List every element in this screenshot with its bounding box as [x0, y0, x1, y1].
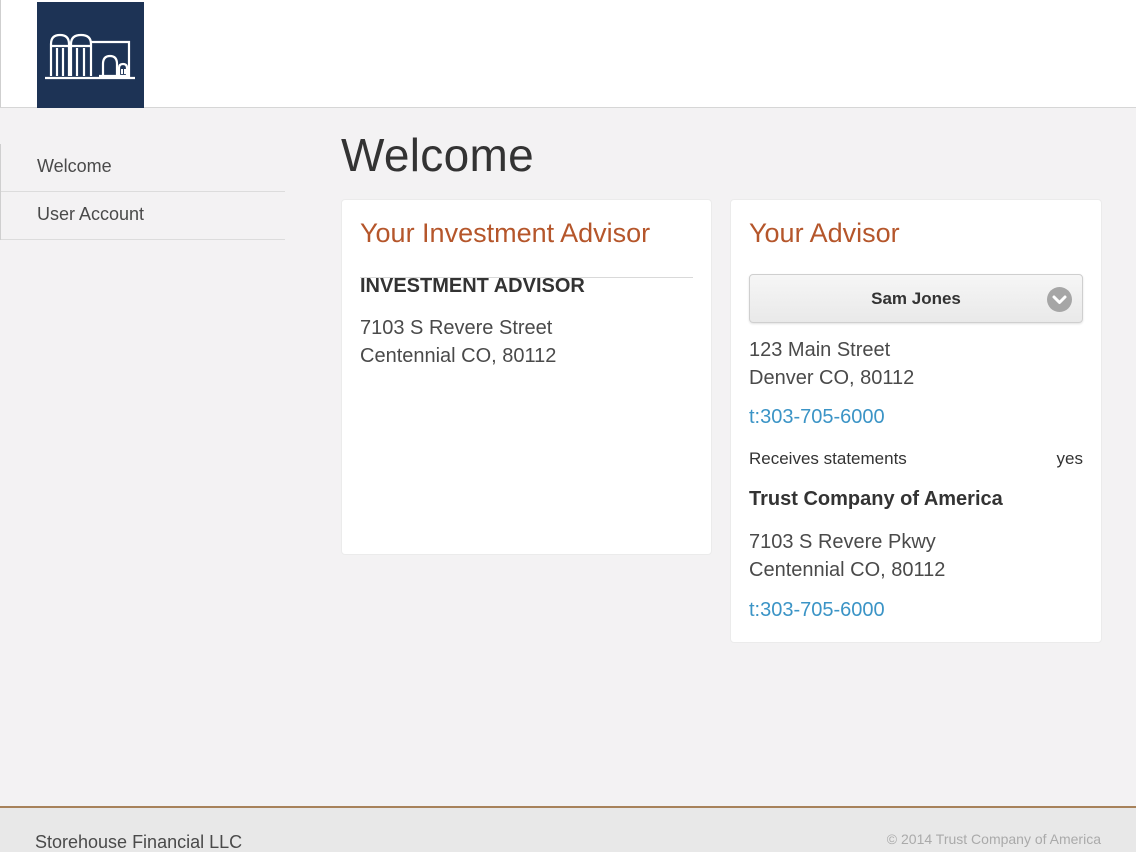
- sidebar-item-user-account[interactable]: User Account: [1, 192, 285, 240]
- receives-statements-label: Receives statements: [749, 449, 907, 468]
- investment-advisor-address: 7103 S Revere Street Centennial CO, 8011…: [360, 314, 556, 370]
- advisor-select[interactable]: Sam Jones: [749, 274, 1083, 323]
- advisor-address-line1: 123 Main Street: [749, 339, 891, 361]
- investment-advisor-address-line1: 7103 S Revere Street: [360, 317, 553, 339]
- receives-statements-value: yes: [1056, 449, 1083, 468]
- footer: Storehouse Financial LLC © 2014 Trust Co…: [0, 806, 1136, 852]
- advisor-address: 123 Main Street Denver CO, 80112: [749, 336, 914, 392]
- company-phone-link[interactable]: t:303-705-6000: [749, 599, 885, 622]
- storehouse-building-icon: [45, 33, 135, 80]
- header: [0, 0, 1136, 108]
- investment-advisor-name: INVESTMENT ADVISOR: [360, 275, 585, 297]
- logo[interactable]: [37, 2, 144, 108]
- footer-copyright: © 2014 Trust Company of America: [886, 831, 1101, 847]
- company-address: 7103 S Revere Pkwy Centennial CO, 80112: [749, 528, 945, 584]
- page-title: Welcome: [341, 129, 534, 181]
- investment-advisor-address-line2: Centennial CO, 80112: [360, 345, 557, 367]
- company-address-line2: Centennial CO, 80112: [749, 559, 946, 581]
- company-name: Trust Company of America: [749, 488, 1003, 510]
- advisor-address-line2: Denver CO, 80112: [749, 367, 915, 389]
- investment-advisor-card-title: Your Investment Advisor: [360, 218, 693, 278]
- investment-advisor-card: Your Investment Advisor INVESTMENT ADVIS…: [341, 199, 712, 555]
- sidebar-item-welcome[interactable]: Welcome: [1, 144, 285, 192]
- advisor-phone-link[interactable]: t:303-705-6000: [749, 406, 885, 429]
- company-address-line1: 7103 S Revere Pkwy: [749, 531, 936, 553]
- advisor-select-value: Sam Jones: [871, 289, 961, 308]
- footer-company-name: Storehouse Financial LLC: [35, 832, 243, 852]
- sidebar-nav: Welcome User Account: [0, 144, 285, 240]
- advisor-card: Your Advisor Sam Jones 123 Main Street D…: [730, 199, 1102, 643]
- chevron-down-icon: [1047, 287, 1072, 312]
- advisor-card-title: Your Advisor: [749, 218, 1083, 278]
